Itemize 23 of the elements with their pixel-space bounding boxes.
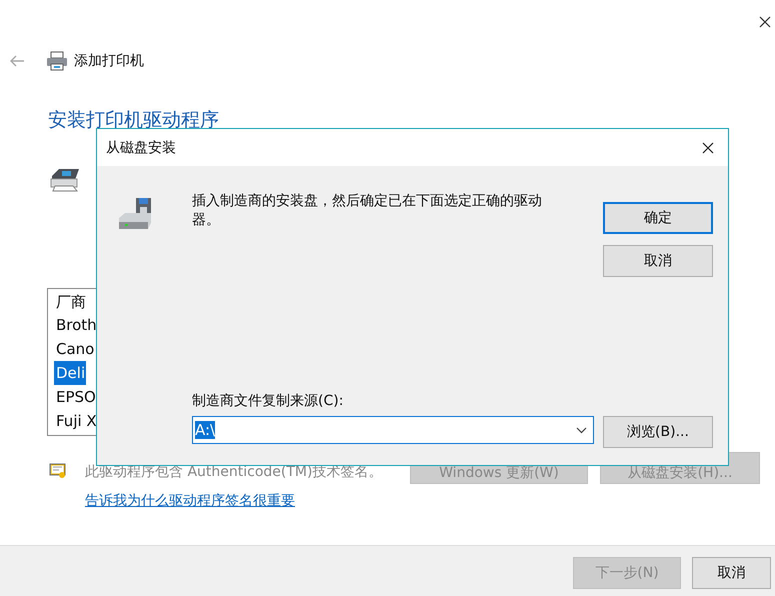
list-item[interactable]: Deli [54,361,86,385]
list-item[interactable]: EPSO [48,385,100,409]
help-link[interactable]: 告诉我为什么驱动程序签名很重要 [85,492,295,510]
column-header: 厂商 [55,292,87,313]
source-label: 制造商文件复制来源(C): [192,392,344,411]
dialog-message: 插入制造商的安装盘，然后确定已在下面选定正确的驱动器。 [192,192,543,230]
dialog-button[interactable]: 确定 [603,202,713,234]
dropdown-caret-icon[interactable] [576,426,587,434]
printer-icon [46,51,68,71]
window-title: 添加打印机 [74,52,144,70]
printer-icon [49,166,81,192]
page-heading: 安装打印机驱动程序 [48,108,220,133]
footer-button[interactable]: 取消 [692,557,771,589]
list-item[interactable]: Fuji X [48,409,100,433]
list-item[interactable]: Broth [48,313,100,337]
dialog-button[interactable]: 取消 [603,245,713,277]
source-combo-box[interactable]: A:\ [192,416,594,444]
dialog-title: 从磁盘安装 [106,138,176,156]
list-item[interactable]: Cano [48,337,100,361]
certificate-icon [49,462,67,480]
close-icon[interactable] [702,142,714,154]
close-icon[interactable] [759,16,771,28]
browse-button[interactable]: 浏览(B)... [603,416,713,448]
